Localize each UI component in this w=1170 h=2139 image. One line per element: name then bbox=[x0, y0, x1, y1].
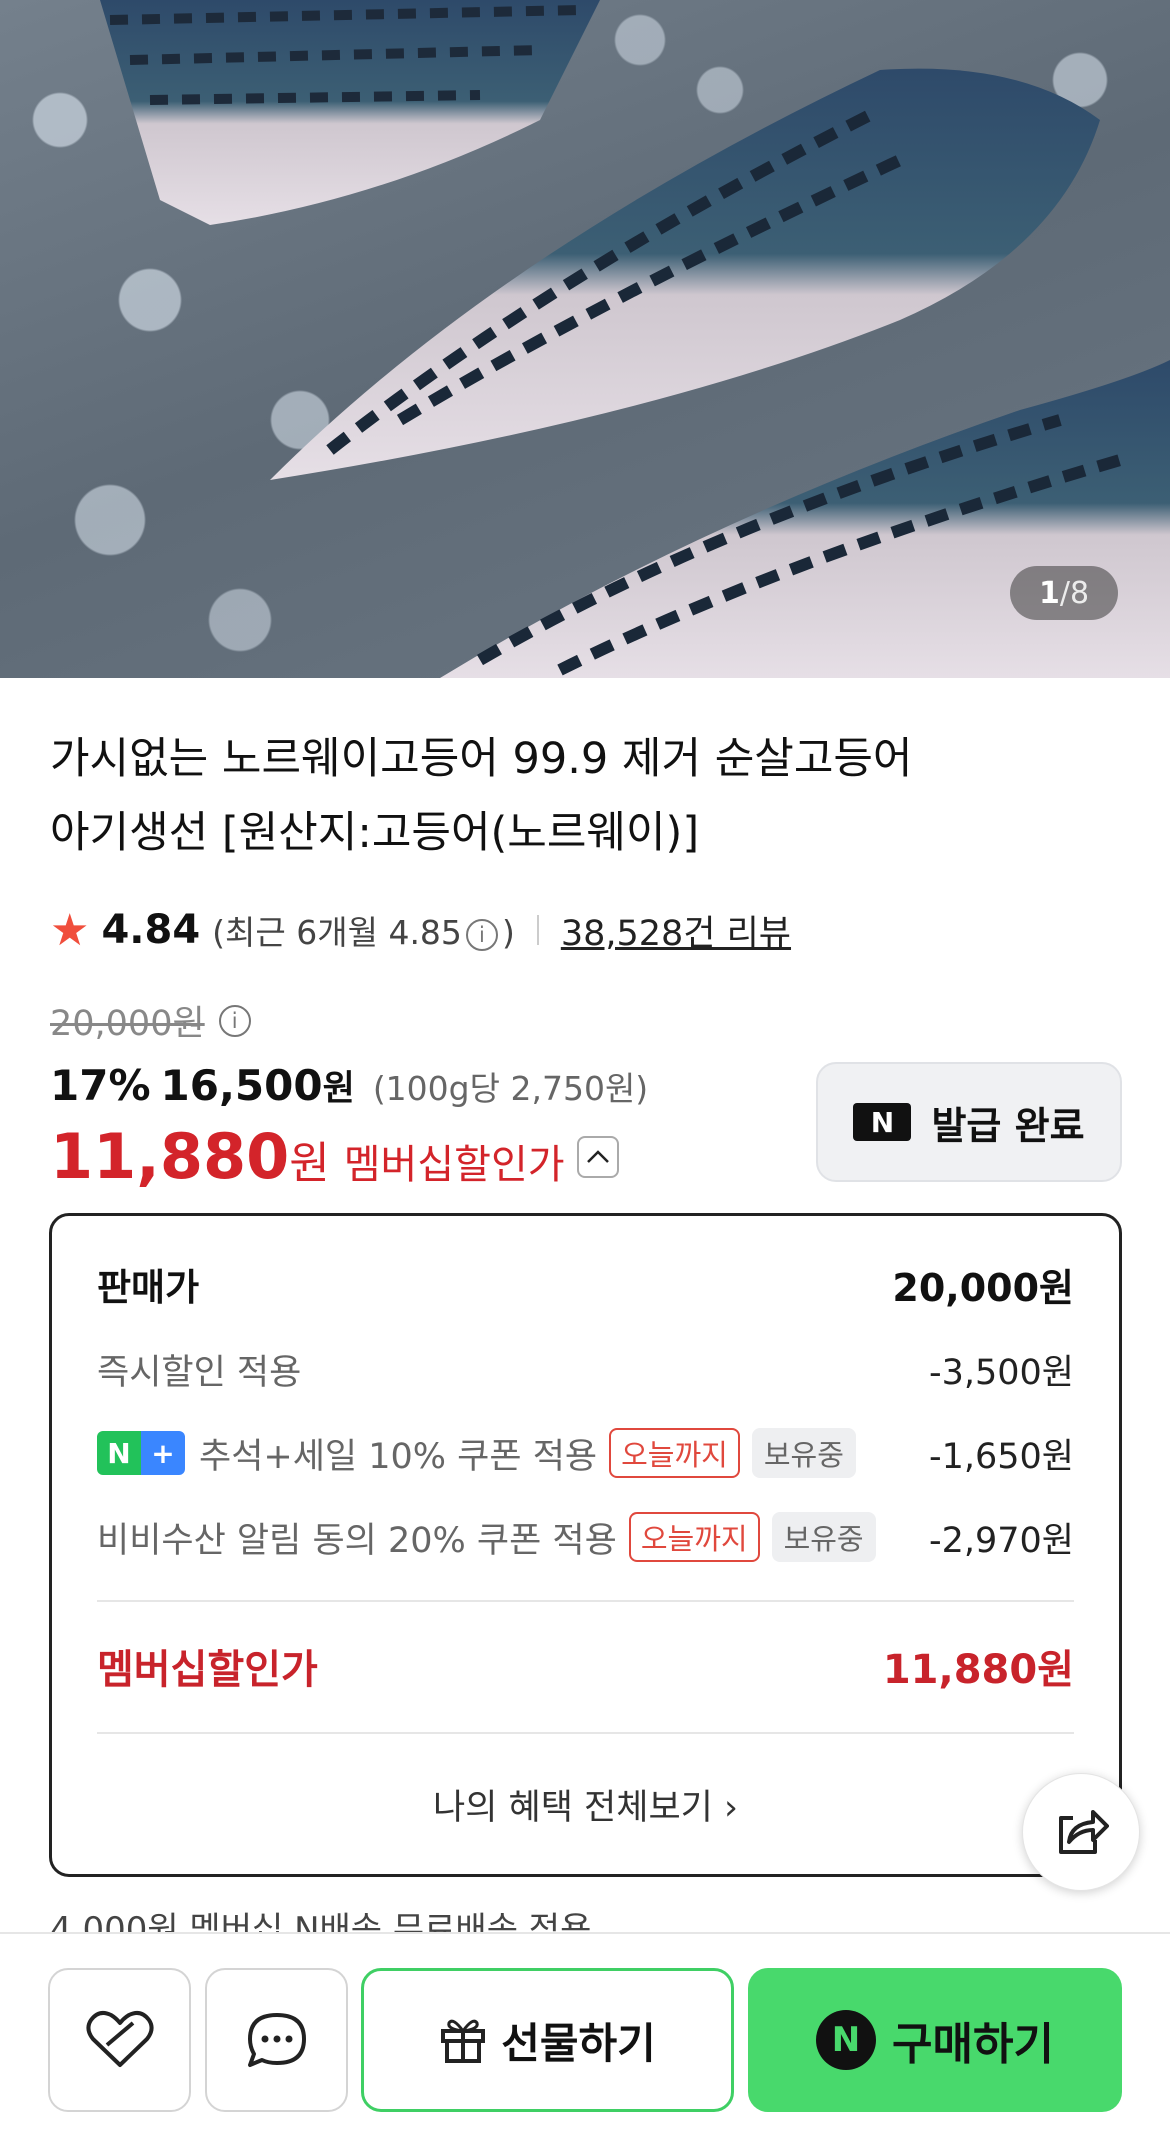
coupon-issued-button[interactable]: N 발급 완료 bbox=[816, 1062, 1122, 1182]
buy-button[interactable]: N 구매하기 bbox=[748, 1968, 1122, 2112]
coupon2-amount: -2,970원 bbox=[928, 1520, 1074, 1561]
recent-rating: (최근 6개월 4.85 i) bbox=[212, 906, 515, 954]
rating-score: 4.84 bbox=[101, 907, 201, 953]
rating-row: ★ 4.84 (최근 6개월 4.85 i) 38,528건 리뷰 bbox=[50, 900, 791, 960]
member-price-label: 멤버십할인가 bbox=[343, 1142, 565, 1188]
product-image[interactable]: 1 / 8 bbox=[0, 0, 1170, 678]
price-breakdown-box: 판매가 20,000원 즉시할인 적용 -3,500원 N + 추석+세일 10… bbox=[49, 1213, 1122, 1877]
product-title-line-2: 아기생선 [원산지:고등어(노르웨이)] bbox=[50, 808, 700, 858]
sale-price: 16,500 bbox=[160, 1061, 323, 1110]
naver-n-icon: N bbox=[853, 1103, 912, 1141]
sale-price-line-label: 판매가 bbox=[97, 1266, 200, 1309]
coupon1-owned-tag: 보유중 bbox=[751, 1428, 856, 1478]
product-title: 가시없는 노르웨이고등어 99.9 제거 순살고등어 아기생선 [원산지:고등어… bbox=[50, 722, 1050, 870]
coupon2-deadline-tag: 오늘까지 bbox=[628, 1512, 760, 1562]
buy-label: 구매하기 bbox=[892, 2019, 1054, 2070]
unit-price: (100g당 2,750원) bbox=[372, 1069, 649, 1108]
chevron-up-icon[interactable] bbox=[576, 1135, 619, 1178]
member-price-unit: 원 bbox=[289, 1138, 330, 1189]
gift-label: 선물하기 bbox=[501, 2018, 656, 2068]
all-benefits-link[interactable]: 나의 혜택 전체보기 › bbox=[52, 1779, 1119, 1830]
discount-percent: 17% bbox=[50, 1061, 151, 1110]
divider bbox=[97, 1732, 1074, 1734]
chat-button[interactable] bbox=[205, 1968, 348, 2112]
divider bbox=[97, 1600, 1074, 1602]
info-icon[interactable]: i bbox=[465, 918, 498, 951]
member-price-line-label: 멤버십할인가 bbox=[97, 1647, 318, 1693]
instant-discount-amount: -3,500원 bbox=[928, 1352, 1074, 1393]
image-page-indicator: 1 / 8 bbox=[1010, 566, 1118, 620]
naver-plus-badge-icon: N + bbox=[97, 1431, 185, 1475]
gift-icon bbox=[441, 2019, 486, 2063]
share-button[interactable] bbox=[1022, 1773, 1140, 1891]
current-page: 1 bbox=[1038, 575, 1060, 611]
sale-price-row: 17% 16,500 원 (100g당 2,750원) bbox=[50, 1060, 648, 1111]
member-price: 11,880 bbox=[50, 1120, 290, 1193]
instant-discount-label: 즉시할인 적용 bbox=[97, 1352, 302, 1393]
coupon-issued-label: 발급 완료 bbox=[931, 1103, 1085, 1148]
recent-rating-text: (최근 6개월 4.85 bbox=[212, 913, 462, 952]
naver-plus-n: N bbox=[97, 1431, 141, 1475]
original-price-value: 20,000원 bbox=[50, 1004, 205, 1044]
coupon2-line: 비비수산 알림 동의 20% 쿠폰 적용 오늘까지 보유중 -2,970원 bbox=[97, 1507, 1074, 1567]
coupon1-deadline-tag: 오늘까지 bbox=[609, 1428, 740, 1478]
instant-discount-line: 즉시할인 적용 -3,500원 bbox=[97, 1339, 1074, 1399]
reviews-link[interactable]: 38,528건 리뷰 bbox=[561, 905, 791, 956]
member-price-line-amount: 11,880원 bbox=[882, 1647, 1074, 1693]
coupon1-amount: -1,650원 bbox=[928, 1436, 1074, 1477]
mackerel-fillets-illustration bbox=[100, 0, 1170, 678]
sale-price-line: 판매가 20,000원 bbox=[97, 1254, 1074, 1314]
total-pages: 8 bbox=[1069, 575, 1090, 611]
member-price-row: 11,880 원 멤버십할인가 bbox=[50, 1120, 619, 1193]
member-price-line: 멤버십할인가 11,880원 bbox=[97, 1631, 1074, 1701]
gift-button[interactable]: 선물하기 bbox=[361, 1968, 734, 2112]
sale-price-line-amount: 20,000원 bbox=[892, 1265, 1074, 1310]
product-title-line-1: 가시없는 노르웨이고등어 99.9 제거 순살고등어 bbox=[50, 734, 913, 784]
star-icon: ★ bbox=[50, 904, 90, 956]
coupon1-line: N + 추석+세일 10% 쿠폰 적용 오늘까지 보유중 -1,650원 bbox=[97, 1423, 1074, 1483]
sale-price-unit: 원 bbox=[322, 1069, 355, 1109]
recent-rating-close: ) bbox=[501, 913, 515, 952]
original-price: 20,000원 i bbox=[50, 995, 255, 1046]
coupon2-owned-tag: 보유중 bbox=[771, 1512, 876, 1562]
naver-plus-plus: + bbox=[141, 1431, 185, 1475]
bottom-action-bar: 선물하기 N 구매하기 bbox=[0, 1932, 1170, 2139]
page-separator: / bbox=[1059, 575, 1070, 611]
wishlist-button[interactable] bbox=[48, 1968, 191, 2112]
naver-pay-icon: N bbox=[816, 2010, 877, 2070]
price-info-icon[interactable]: i bbox=[218, 1004, 251, 1037]
divider bbox=[536, 915, 539, 945]
share-icon bbox=[1059, 1810, 1109, 1854]
chat-bubble-icon bbox=[247, 2013, 306, 2067]
heart-icon bbox=[85, 2010, 154, 2067]
coupon2-label: 비비수산 알림 동의 20% 쿠폰 적용 bbox=[97, 1520, 617, 1561]
coupon1-label: 추석+세일 10% 쿠폰 적용 bbox=[199, 1436, 598, 1477]
